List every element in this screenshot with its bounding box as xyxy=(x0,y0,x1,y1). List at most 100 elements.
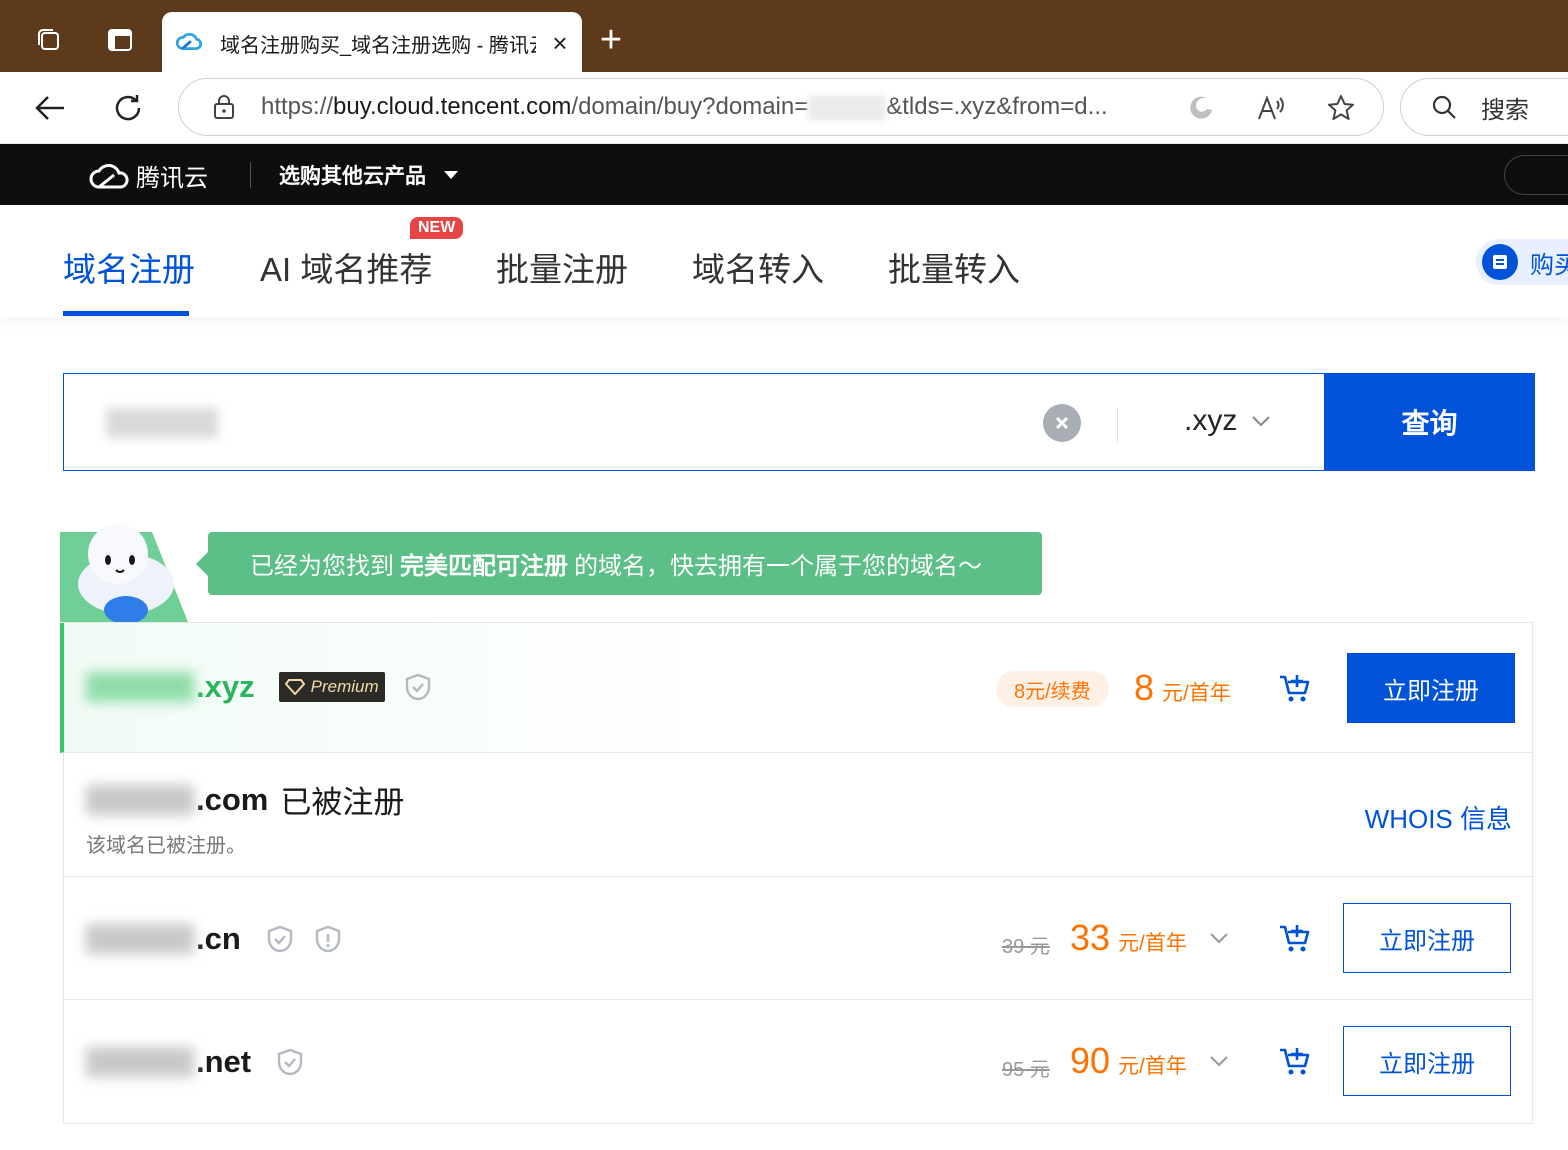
tab-actions-icon[interactable] xyxy=(102,22,138,58)
url-query: &tlds=.xyz&from=d... xyxy=(886,93,1108,120)
shield-check-icon[interactable] xyxy=(403,672,433,702)
domain-tld: .cn xyxy=(196,921,241,956)
workspaces-icon[interactable] xyxy=(30,22,66,58)
browser-search-box[interactable]: 搜索 xyxy=(1400,78,1568,136)
register-now-button[interactable]: 立即注册 xyxy=(1347,653,1515,723)
browser-tab-bar: 域名注册购买_域名注册选购 - 腾讯云 × + xyxy=(0,0,1568,74)
buy-shortcut[interactable]: 购买 xyxy=(1476,239,1568,285)
tld-select-value: .xyz xyxy=(1184,404,1238,437)
banner-highlight: 完美匹配可注册 xyxy=(400,553,568,580)
premium-label: Premium xyxy=(310,677,379,696)
domain-tld: .net xyxy=(196,1044,252,1079)
clear-input-icon[interactable] xyxy=(1043,404,1081,442)
header-divider xyxy=(250,162,251,188)
domain-name: .com 已被注册 xyxy=(86,777,404,822)
active-tab-indicator xyxy=(63,311,189,316)
domain-tld: .xyz xyxy=(196,669,255,704)
search-divider xyxy=(1117,408,1118,442)
shield-check-icon[interactable] xyxy=(265,924,295,954)
domain-search-input[interactable] xyxy=(106,408,218,438)
domain-tabs: 域名注册 AI 域名推荐 NEW 批量注册 域名转入 批量转入 购买 xyxy=(0,205,1568,317)
price-unit: 元/首年 xyxy=(1118,932,1187,955)
price-value: 8 xyxy=(1134,667,1155,708)
tab-bulk-register[interactable]: 批量注册 xyxy=(496,243,628,291)
url-host: buy.cloud.tencent.com xyxy=(333,93,572,120)
edge-extension-icon[interactable] xyxy=(1185,92,1217,124)
active-browser-tab[interactable]: 域名注册购买_域名注册选购 - 腾讯云 × xyxy=(162,12,582,74)
domain-tld: .com xyxy=(196,781,269,817)
buy-chip-label: 购买 xyxy=(1530,251,1568,279)
address-bar-row: https://buy.cloud.tencent.com/domain/buy… xyxy=(0,72,1568,144)
cloud-logo-icon xyxy=(89,163,129,188)
url-path: /domain/buy?domain= xyxy=(571,93,809,120)
result-row-net: .net 95 元 90 元/首年 立即注册 xyxy=(64,1000,1532,1124)
redacted-domain-label xyxy=(86,672,194,702)
price-unit: 元/首年 xyxy=(1118,1055,1187,1078)
back-icon[interactable] xyxy=(30,88,70,128)
new-tab-icon[interactable]: + xyxy=(594,21,628,59)
chevron-down-icon[interactable] xyxy=(1208,927,1230,949)
tld-select[interactable]: .xyz xyxy=(1184,404,1271,438)
original-price: 39 元 xyxy=(1002,936,1050,958)
read-aloud-icon[interactable] xyxy=(1255,92,1287,124)
redacted-domain-label xyxy=(86,924,194,954)
tab-domain-transfer[interactable]: 域名转入 xyxy=(692,243,824,291)
url-field[interactable]: https://buy.cloud.tencent.com/domain/buy… xyxy=(178,78,1384,136)
renew-price-pill: 8元/续费 xyxy=(996,671,1109,707)
url-text: https://buy.cloud.tencent.com/domain/buy… xyxy=(261,93,1108,121)
tab-domain-register[interactable]: 域名注册 xyxy=(63,243,195,291)
url-scheme: https:// xyxy=(261,93,334,120)
result-row-com: .com 已被注册 该域名已被注册。 WHOIS 信息 xyxy=(64,753,1532,877)
registered-note: 该域名已被注册。 xyxy=(86,835,246,857)
tab-bulk-transfer[interactable]: 批量转入 xyxy=(888,243,1020,291)
chevron-down-icon xyxy=(1252,416,1271,427)
tab-ai-domain-recommend[interactable]: AI 域名推荐 xyxy=(260,243,432,291)
registered-status: 已被注册 xyxy=(280,785,405,820)
register-now-button[interactable]: 立即注册 xyxy=(1343,1026,1511,1096)
tencent-cloud-logo[interactable]: 腾讯云 xyxy=(88,158,208,193)
close-tab-icon[interactable]: × xyxy=(548,30,572,56)
add-to-cart-icon[interactable] xyxy=(1278,671,1312,705)
result-row-cn: .cn 39 元 33 元/首年 立即注册 xyxy=(64,877,1532,1000)
price-value: 33 xyxy=(1070,917,1111,958)
url-redacted-domain xyxy=(808,94,887,121)
site-info-icon[interactable] xyxy=(209,92,239,122)
first-year-price: 90 元/首年 xyxy=(1070,1040,1187,1082)
first-year-price: 33 元/首年 xyxy=(1070,917,1187,959)
caret-down-icon xyxy=(444,171,458,179)
price-unit: 元/首年 xyxy=(1162,682,1231,705)
query-button[interactable]: 查询 xyxy=(1324,373,1535,471)
domain-search-bar: .xyz 查询 xyxy=(63,373,1535,471)
header-search-box[interactable] xyxy=(1504,155,1568,195)
tab-title: 域名注册购买_域名注册选购 - 腾讯云 xyxy=(220,34,536,57)
premium-badge: Premium xyxy=(278,672,385,702)
redacted-domain-label xyxy=(86,784,194,815)
domain-results-list: .xyz Premium 8元/续费 8 元/首年 立即注册 .com 已被注册… xyxy=(60,622,1533,1124)
shield-info-icon[interactable] xyxy=(313,924,343,954)
shield-check-icon[interactable] xyxy=(275,1047,305,1077)
register-now-button[interactable]: 立即注册 xyxy=(1343,903,1511,973)
favorite-star-icon[interactable] xyxy=(1325,92,1357,124)
first-year-price: 8 元/首年 xyxy=(1134,667,1231,709)
add-to-cart-icon[interactable] xyxy=(1278,1044,1312,1078)
brand-name: 腾讯云 xyxy=(136,165,208,192)
domain-name: .net xyxy=(86,1044,305,1080)
diamond-icon xyxy=(284,679,305,695)
banner-prefix: 已经为您找到 xyxy=(250,553,394,580)
match-banner: 已经为您找到 完美匹配可注册 的域名，快去拥有一个属于您的域名～ xyxy=(196,532,1042,595)
site-header: 腾讯云 选购其他云产品 xyxy=(0,144,1568,205)
refresh-icon[interactable] xyxy=(108,88,148,128)
chevron-down-icon[interactable] xyxy=(1208,1050,1230,1072)
banner-suffix: 的域名，快去拥有一个属于您的域名～ xyxy=(574,553,982,580)
domain-name: .xyz Premium xyxy=(86,669,433,705)
result-row-xyz: .xyz Premium 8元/续费 8 元/首年 立即注册 xyxy=(60,623,1532,753)
new-badge: NEW xyxy=(410,217,464,239)
search-icon xyxy=(1432,95,1456,119)
add-to-cart-icon[interactable] xyxy=(1278,921,1312,955)
domain-name: .cn xyxy=(86,921,343,957)
whois-info-link[interactable]: WHOIS 信息 xyxy=(1365,799,1512,836)
products-menu[interactable]: 选购其他云产品 xyxy=(279,160,458,190)
tencent-cloud-favicon-icon xyxy=(175,32,203,51)
redacted-domain-label xyxy=(86,1047,194,1077)
price-value: 90 xyxy=(1070,1040,1111,1081)
